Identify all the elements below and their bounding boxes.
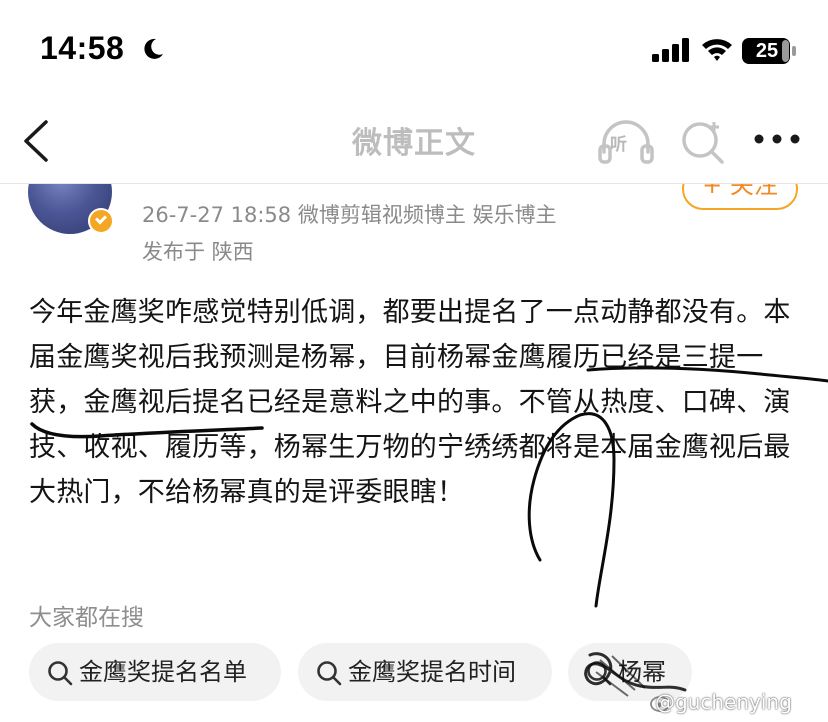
search-icon	[587, 661, 612, 686]
status-time: 14:58	[40, 30, 125, 66]
moon-icon	[144, 38, 163, 59]
page-title: 微博正文	[352, 126, 476, 161]
more-icon[interactable]	[752, 130, 802, 148]
hot-search-chip[interactable]: 金鹰奖提名时间	[298, 643, 552, 701]
hot-search-label: 大家都在搜	[29, 605, 144, 631]
post-location: 发布于 陕西	[142, 240, 254, 264]
back-icon[interactable]	[20, 118, 52, 164]
search-plus-icon[interactable]	[678, 116, 726, 164]
chip-label: 金鹰奖提名时间	[348, 658, 516, 686]
search-icon	[48, 661, 73, 686]
search-icon	[317, 661, 342, 686]
post-text: 今年金鹰奖咋感觉特别低调，都要出提名了一点动静都没有。本届金鹰奖视后我预测是杨幂…	[29, 297, 791, 508]
post-meta: 26-7-27 18:58 微博剪辑视频博主 娱乐博主	[142, 203, 557, 227]
nav-divider	[0, 183, 828, 184]
hot-search-chip[interactable]: 金鹰奖提名名单	[29, 643, 281, 701]
follow-button[interactable]: + 关注	[682, 184, 798, 210]
battery-level: 25	[755, 40, 779, 62]
verified-badge-icon	[88, 208, 114, 234]
listen-label: 听	[610, 135, 627, 155]
chip-label: 金鹰奖提名名单	[79, 658, 247, 686]
wifi-icon	[702, 39, 732, 61]
signal-icon	[652, 38, 689, 62]
watermark: @guchenying	[655, 690, 792, 714]
